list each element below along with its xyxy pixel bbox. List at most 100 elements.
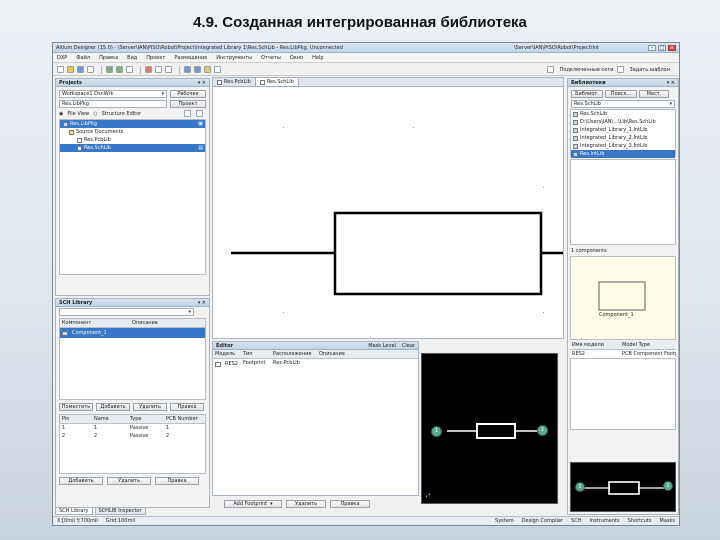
maximize-icon[interactable]: □ [658,44,666,51]
tab-pcblib[interactable]: Res.PcbLib [213,78,256,86]
library-option[interactable]: Integrated_Library_2.IntLib [571,134,675,142]
schlib-filter-input[interactable]: ▾ [59,308,194,316]
place-line-icon[interactable] [214,66,221,73]
net-icon[interactable] [546,66,554,73]
close-icon[interactable]: × [668,44,676,51]
col-pin[interactable]: Pin [60,415,92,423]
menu-help[interactable]: Help [312,55,323,61]
cut-icon[interactable] [145,66,152,73]
schematic-canvas[interactable] [213,87,563,338]
library-option[interactable]: Integrated_Library_3.IntLib [571,142,675,150]
menu-edit[interactable]: Правка [99,55,118,61]
col-model[interactable]: Модель [213,350,241,358]
col-description[interactable]: Описание [130,319,200,327]
toolbar-nets-label[interactable]: Подключенные сети [560,67,614,73]
col-pcb-number[interactable]: PCB Number [164,415,205,423]
col-type[interactable]: Тип [241,350,271,358]
remove-model-button[interactable]: Удалить [286,500,326,508]
add-component-button[interactable]: Добавить [96,403,130,411]
menu-view[interactable]: Вид [127,55,137,61]
add-footprint-button[interactable]: Add Footprint ▾ [224,500,282,508]
menu-reports[interactable]: Отчеты [261,55,281,61]
workspace-select[interactable]: Workspace1.DsnWrk ▾ [59,90,167,98]
col-type[interactable]: Type [128,415,164,423]
tab-sch-library[interactable]: SCH Library [55,507,93,515]
mask-level-button[interactable]: Mask Level [368,343,396,349]
col-component[interactable]: Компонент [60,319,130,327]
col-model-type[interactable]: Model Type [620,341,676,349]
tree-item-source-docs[interactable]: Source Documents [60,128,205,136]
refresh-icon[interactable] [184,110,191,117]
library-option[interactable]: Res.IntLib [571,150,675,158]
library-select[interactable]: Res.SchLib ▾ [571,100,675,108]
library-buttons: Библиот. Поиск... Мест. [568,89,678,99]
pin-row[interactable]: 1 1 Passive 1 [60,424,205,432]
menu-file[interactable]: Файл [76,55,90,61]
status-masks[interactable]: Masks [660,518,675,524]
pin-icon[interactable]: ▾ ✕ [198,80,206,86]
col-description[interactable]: Описание [317,350,418,358]
component-row[interactable]: Component_1 [60,328,205,338]
undo-icon[interactable] [184,66,191,73]
library-option[interactable]: Integrated_Library_1.IntLib [571,126,675,134]
project-button[interactable]: Проект [170,100,206,108]
col-model-name[interactable]: Имя модели [570,341,620,349]
tree-item-pcblib[interactable]: Res.PcbLib [60,136,205,144]
paste-icon[interactable] [165,66,172,73]
search-library-button[interactable]: Поиск... [605,90,637,98]
tree-item-project[interactable]: Res.LibPkg ▣ [60,120,205,128]
workspace-button[interactable]: Рабочее [170,90,206,98]
add-pin-button[interactable]: Добавить [59,477,103,485]
col-name[interactable]: Name [92,415,128,423]
status-sch[interactable]: SCH [571,518,581,524]
menu-dxp[interactable]: DXP [57,55,67,61]
tab-schlib-inspector[interactable]: SCHLIB Inspector [94,507,146,515]
delete-pin-button[interactable]: Удалить [107,477,151,485]
fit-all-icon[interactable] [126,66,133,73]
chevron-down-icon: ▾ [270,501,273,507]
settings-icon[interactable] [196,110,203,117]
redo-icon[interactable] [194,66,201,73]
file-view-radio[interactable]: ◉ [59,111,63,117]
place-component-button[interactable]: Поместить [59,403,93,411]
pin-icon[interactable]: ▾ ✕ [667,80,675,86]
menu-place[interactable]: Размещение [174,55,207,61]
pin-row[interactable]: 2 2 Passive 2 [60,432,205,440]
libraries-button[interactable]: Библиот. [571,90,603,98]
edit-pin-button[interactable]: Правка [155,477,199,485]
edit-component-button[interactable]: Правка [170,403,204,411]
model-list-row[interactable]: RES2 PCB Component Footprint [570,350,676,358]
clear-button[interactable]: Clear [402,343,415,349]
zoom-out-icon[interactable] [116,66,123,73]
pin-icon[interactable]: ▾ ✕ [198,300,206,306]
status-instruments[interactable]: Instruments [589,518,619,524]
delete-component-button[interactable]: Удалить [133,403,167,411]
save-icon[interactable] [77,66,84,73]
status-system[interactable]: System [495,518,514,524]
title-bar: Altium Designer (15.0) - \Server\IAN\PIS… [53,43,679,53]
place-pin-icon[interactable] [204,66,211,73]
col-location[interactable]: Расположение [271,350,317,358]
minimize-icon[interactable]: – [648,44,656,51]
status-shortcuts[interactable]: Shortcuts [628,518,652,524]
tab-schlib[interactable]: Res.SchLib [255,78,299,86]
copy-icon[interactable] [155,66,162,73]
zoom-in-icon[interactable] [106,66,113,73]
tree-item-schlib[interactable]: Res.SchLib ▤ [60,144,205,152]
print-icon[interactable] [87,66,94,73]
menu-tools[interactable]: Инструменты [216,55,252,61]
toolbar-template-label[interactable]: Задать шаблон [630,67,671,73]
open-folder-icon[interactable] [67,66,74,73]
new-file-icon[interactable] [57,66,64,73]
structure-editor-radio[interactable]: ○ [93,111,97,117]
library-option[interactable]: Res.SchLib [571,110,675,118]
place-library-button[interactable]: Мест. [639,90,669,98]
template-icon[interactable] [616,66,624,73]
menu-project[interactable]: Проект [146,55,165,61]
status-design-compiler[interactable]: Design Compiler [522,518,563,524]
model-row[interactable]: RES2 Footprint Res.PcbLib [213,359,418,369]
menu-window[interactable]: Окно [290,55,303,61]
project-field[interactable]: Res.LibPkg [59,100,167,108]
edit-model-button[interactable]: Правка [330,500,370,508]
library-option[interactable]: D:\Users\IAN\...\Lib\Res.SchLib [571,118,675,126]
